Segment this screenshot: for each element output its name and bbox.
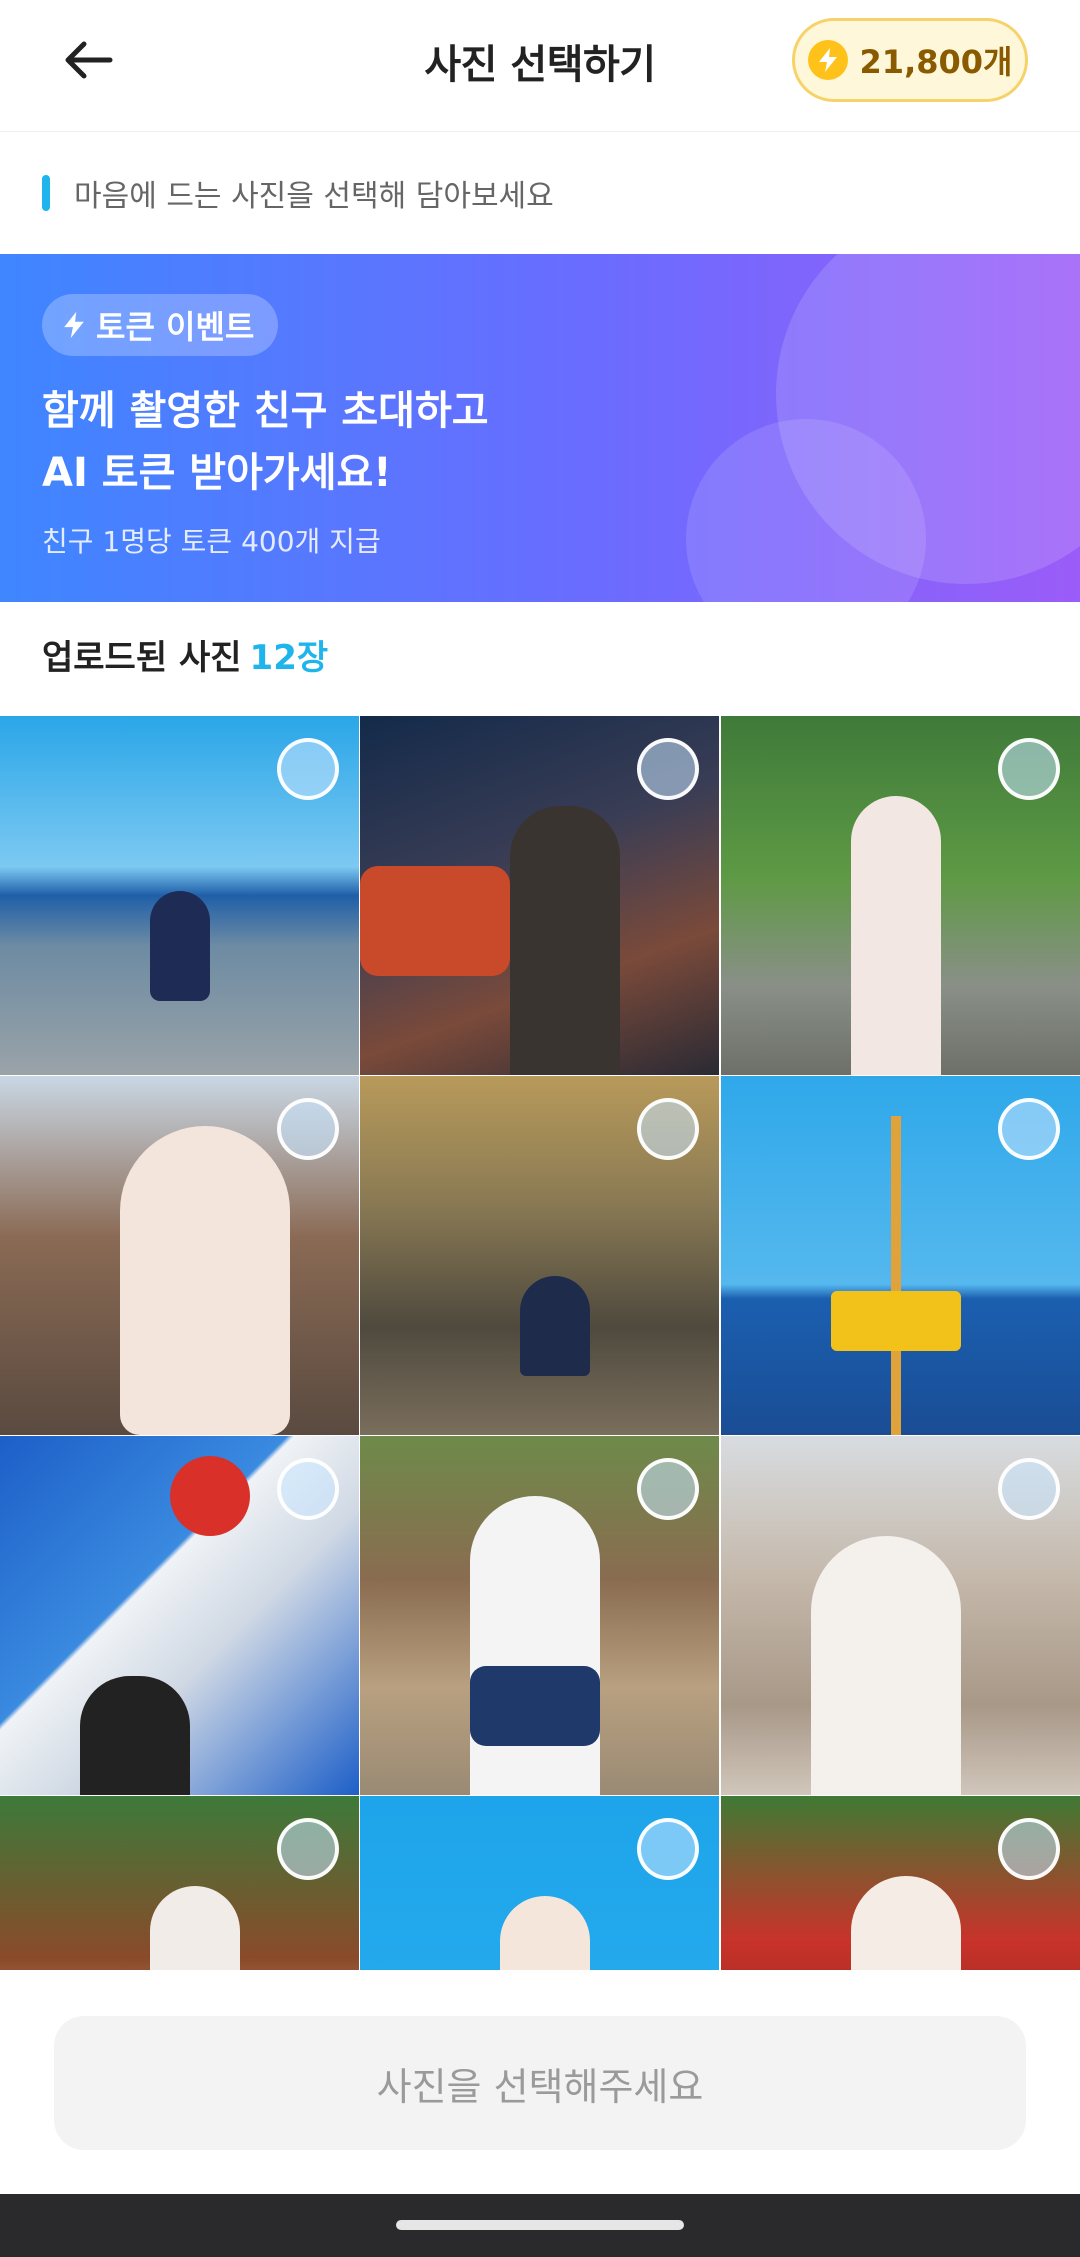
photo-subject [470, 1666, 600, 1746]
banner-subtext: 친구 1명당 토큰 400개 지급 [42, 525, 381, 558]
photo-subject [811, 1536, 961, 1795]
photo-tile[interactable] [0, 716, 359, 1075]
instruction-row: 마음에 드는 사진을 선택해 담아보세요 [0, 132, 1080, 254]
select-checkbox[interactable] [637, 738, 699, 800]
select-checkbox[interactable] [277, 1098, 339, 1160]
lightning-icon [64, 311, 84, 339]
photo-subject [170, 1456, 250, 1536]
token-balance-chip[interactable]: 21,800개 [792, 18, 1028, 102]
photo-subject [120, 1126, 290, 1435]
photo-tile[interactable] [721, 1796, 1080, 1970]
select-checkbox[interactable] [277, 1458, 339, 1520]
token-count: 21,800개 [859, 43, 1013, 81]
app-header: 사진 선택하기 21,800개 [0, 0, 1080, 132]
event-badge-label: 토큰 이벤트 [96, 308, 255, 346]
photo-tile[interactable] [721, 716, 1080, 1075]
photo-grid [0, 716, 1080, 1970]
select-checkbox[interactable] [998, 1818, 1060, 1880]
photo-tile[interactable] [360, 1436, 719, 1795]
photo-tile[interactable] [360, 1796, 719, 1970]
photo-subject [851, 796, 941, 1075]
photo-subject [470, 1496, 600, 1795]
photo-tile[interactable] [360, 716, 719, 1075]
photo-subject [360, 866, 510, 976]
lightning-icon [807, 40, 848, 80]
photo-subject [520, 1276, 590, 1376]
event-badge: 토큰 이벤트 [42, 294, 279, 356]
instruction-text: 마음에 드는 사진을 선택해 담아보세요 [74, 179, 554, 214]
photo-tile[interactable] [0, 1796, 359, 1970]
photo-subject [510, 806, 620, 1075]
photo-tile[interactable] [360, 1076, 719, 1435]
photo-subject [150, 1886, 240, 1970]
select-photo-button[interactable]: 사진을 선택해주세요 [54, 2016, 1026, 2150]
photo-subject [891, 1116, 901, 1435]
photo-tile[interactable] [0, 1436, 359, 1795]
photo-subject [831, 1291, 961, 1351]
select-checkbox[interactable] [998, 1098, 1060, 1160]
select-checkbox[interactable] [998, 738, 1060, 800]
banner-headline-line: AI 토큰 받아가세요! [42, 450, 392, 496]
select-checkbox[interactable] [637, 1818, 699, 1880]
select-checkbox[interactable] [637, 1458, 699, 1520]
uploaded-photos-label: 업로드된 사진 12장 [42, 630, 328, 679]
banner-headline-line: 함께 촬영한 친구 초대하고 [42, 388, 489, 434]
uploaded-label: 업로드된 사진 [42, 638, 242, 678]
photo-tile[interactable] [0, 1076, 359, 1435]
photo-tile[interactable] [721, 1076, 1080, 1435]
system-nav-bar [0, 2194, 1080, 2257]
banner-headline: 함께 촬영한 친구 초대하고 AI 토큰 받아가세요! [42, 380, 489, 504]
accent-bar [42, 175, 50, 211]
photo-subject [80, 1676, 190, 1795]
select-checkbox[interactable] [277, 1818, 339, 1880]
select-checkbox[interactable] [998, 1458, 1060, 1520]
home-indicator[interactable] [396, 2220, 684, 2230]
select-checkbox[interactable] [277, 738, 339, 800]
event-banner[interactable]: 토큰 이벤트 함께 촬영한 친구 초대하고 AI 토큰 받아가세요! 친구 1명… [0, 254, 1080, 602]
photo-subject [150, 891, 210, 1001]
select-checkbox[interactable] [637, 1098, 699, 1160]
bottom-action-area: 사진을 선택해주세요 [0, 1970, 1080, 2194]
uploaded-count: 12장 [249, 638, 329, 678]
photo-tile[interactable] [721, 1436, 1080, 1795]
